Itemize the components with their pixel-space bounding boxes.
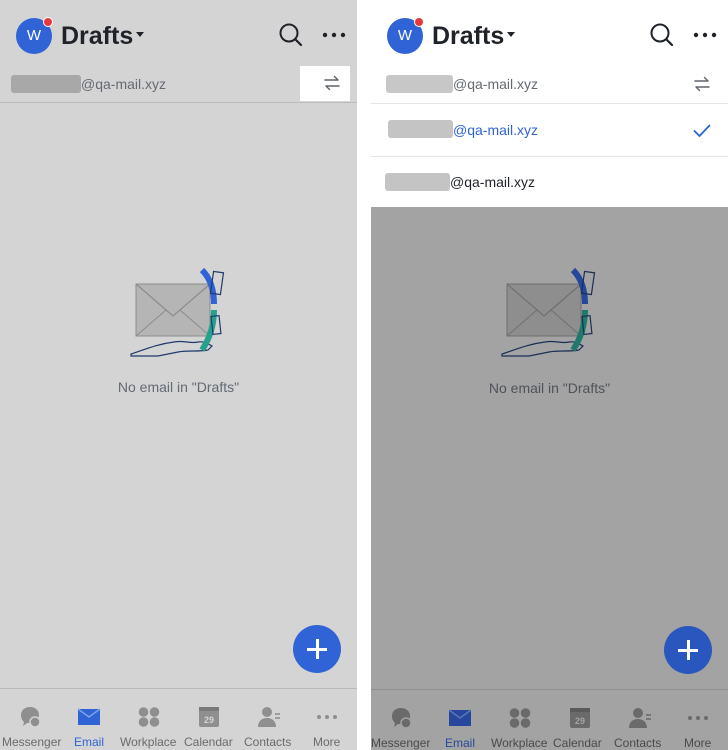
- phone-screen-left: W Drafts @qa-mail.xyz No email in "Draft…: [0, 0, 357, 750]
- email-icon: [77, 708, 101, 725]
- empty-state-message: No email in "Drafts": [117, 379, 240, 395]
- tab-calendar[interactable]: 29 Calendar: [182, 689, 237, 750]
- avatar-initial: W: [397, 27, 413, 44]
- contacts-icon: [258, 707, 280, 727]
- more-icon: [317, 715, 337, 719]
- tab-label: Calendar: [553, 736, 602, 750]
- empty-mailbox-illustration: [501, 267, 596, 357]
- contacts-icon: [629, 708, 651, 728]
- empty-mailbox-illustration: [130, 267, 225, 357]
- notification-dot: [414, 17, 424, 27]
- bottom-tab-bar: Messenger Email Workplace 29 Calendar Co…: [0, 688, 357, 750]
- tab-workplace[interactable]: Workplace: [489, 690, 551, 750]
- more-options-icon[interactable]: [320, 22, 348, 48]
- tab-label: Messenger: [2, 735, 62, 749]
- calendar-day-badge: 29: [575, 716, 585, 726]
- workplace-icon: [138, 707, 160, 727]
- calendar-day-badge: 29: [204, 715, 214, 725]
- chevron-down-icon[interactable]: [136, 32, 144, 37]
- more-options-icon[interactable]: [691, 22, 719, 48]
- calendar-icon: 29: [570, 708, 590, 728]
- tab-calendar[interactable]: 29 Calendar: [553, 690, 608, 750]
- search-icon[interactable]: [278, 22, 304, 48]
- tab-label: Messenger: [371, 736, 431, 750]
- tab-more[interactable]: More: [673, 690, 728, 750]
- workplace-icon: [509, 708, 531, 728]
- account-option[interactable]: @qa-mail.xyz: [371, 157, 728, 207]
- avatar[interactable]: W: [16, 17, 53, 54]
- mail-header: W Drafts: [371, 0, 728, 68]
- folder-title[interactable]: Drafts: [61, 19, 133, 53]
- tab-workplace[interactable]: Workplace: [118, 689, 180, 750]
- notification-dot: [43, 17, 53, 27]
- tab-label: Contacts: [244, 735, 292, 749]
- tab-email[interactable]: Email: [62, 689, 117, 750]
- tab-contacts[interactable]: Contacts: [612, 690, 669, 750]
- account-email-domain: @qa-mail.xyz: [453, 76, 539, 92]
- screenshot-pair: W Drafts @qa-mail.xyz No email in "Draft…: [0, 0, 728, 750]
- mail-header: W Drafts: [0, 0, 357, 68]
- switch-arrows-icon[interactable]: [693, 75, 711, 93]
- calendar-icon: 29: [199, 707, 219, 727]
- tab-label: Calendar: [184, 735, 233, 749]
- compose-button[interactable]: [293, 625, 341, 673]
- tab-messenger[interactable]: Messenger: [371, 690, 431, 750]
- redacted-email-username: [386, 75, 453, 93]
- account-email-domain: @qa-mail.xyz: [81, 76, 167, 92]
- current-account-row[interactable]: @qa-mail.xyz: [371, 66, 728, 103]
- tab-more[interactable]: More: [302, 689, 357, 750]
- redacted-email-username: [11, 75, 81, 93]
- folder-title[interactable]: Drafts: [432, 19, 504, 53]
- switch-arrows-icon[interactable]: [323, 74, 341, 92]
- chevron-down-icon[interactable]: [507, 32, 515, 37]
- tab-label: Email: [445, 736, 476, 750]
- redacted-email-username: [388, 120, 453, 138]
- tab-label: More: [684, 736, 712, 750]
- bottom-tab-bar: Messenger Email Workplace 29 Calendar Co…: [371, 689, 728, 750]
- avatar-initial: W: [26, 27, 42, 44]
- tab-email[interactable]: Email: [433, 690, 488, 750]
- divider: [0, 102, 357, 103]
- tab-label: Workplace: [491, 736, 548, 750]
- tab-label: Workplace: [120, 735, 177, 749]
- account-option-email: @qa-mail.xyz: [453, 122, 539, 138]
- current-account-row[interactable]: @qa-mail.xyz: [0, 66, 357, 102]
- phone-screen-right: W Drafts @qa-mail.xyz @qa-mail.xyz @qa-m…: [371, 0, 728, 750]
- account-option-email: @qa-mail.xyz: [450, 174, 536, 190]
- account-switcher-panel: W Drafts @qa-mail.xyz @qa-mail.xyz @qa-m…: [371, 0, 728, 207]
- messenger-icon: [392, 708, 412, 729]
- tab-messenger[interactable]: Messenger: [0, 689, 62, 750]
- account-option-selected[interactable]: @qa-mail.xyz: [371, 104, 728, 156]
- more-icon: [688, 716, 708, 720]
- tab-label: More: [313, 735, 341, 749]
- checkmark-icon: [693, 124, 711, 137]
- tab-label: Email: [74, 735, 105, 749]
- email-icon: [448, 709, 472, 726]
- avatar[interactable]: W: [387, 17, 424, 54]
- messenger-icon: [21, 707, 41, 728]
- tab-contacts[interactable]: Contacts: [241, 689, 298, 750]
- redacted-email-username: [385, 173, 450, 191]
- search-icon[interactable]: [649, 22, 675, 48]
- empty-state-message: No email in "Drafts": [488, 380, 611, 396]
- tab-label: Contacts: [614, 736, 662, 750]
- compose-button[interactable]: [664, 626, 712, 674]
